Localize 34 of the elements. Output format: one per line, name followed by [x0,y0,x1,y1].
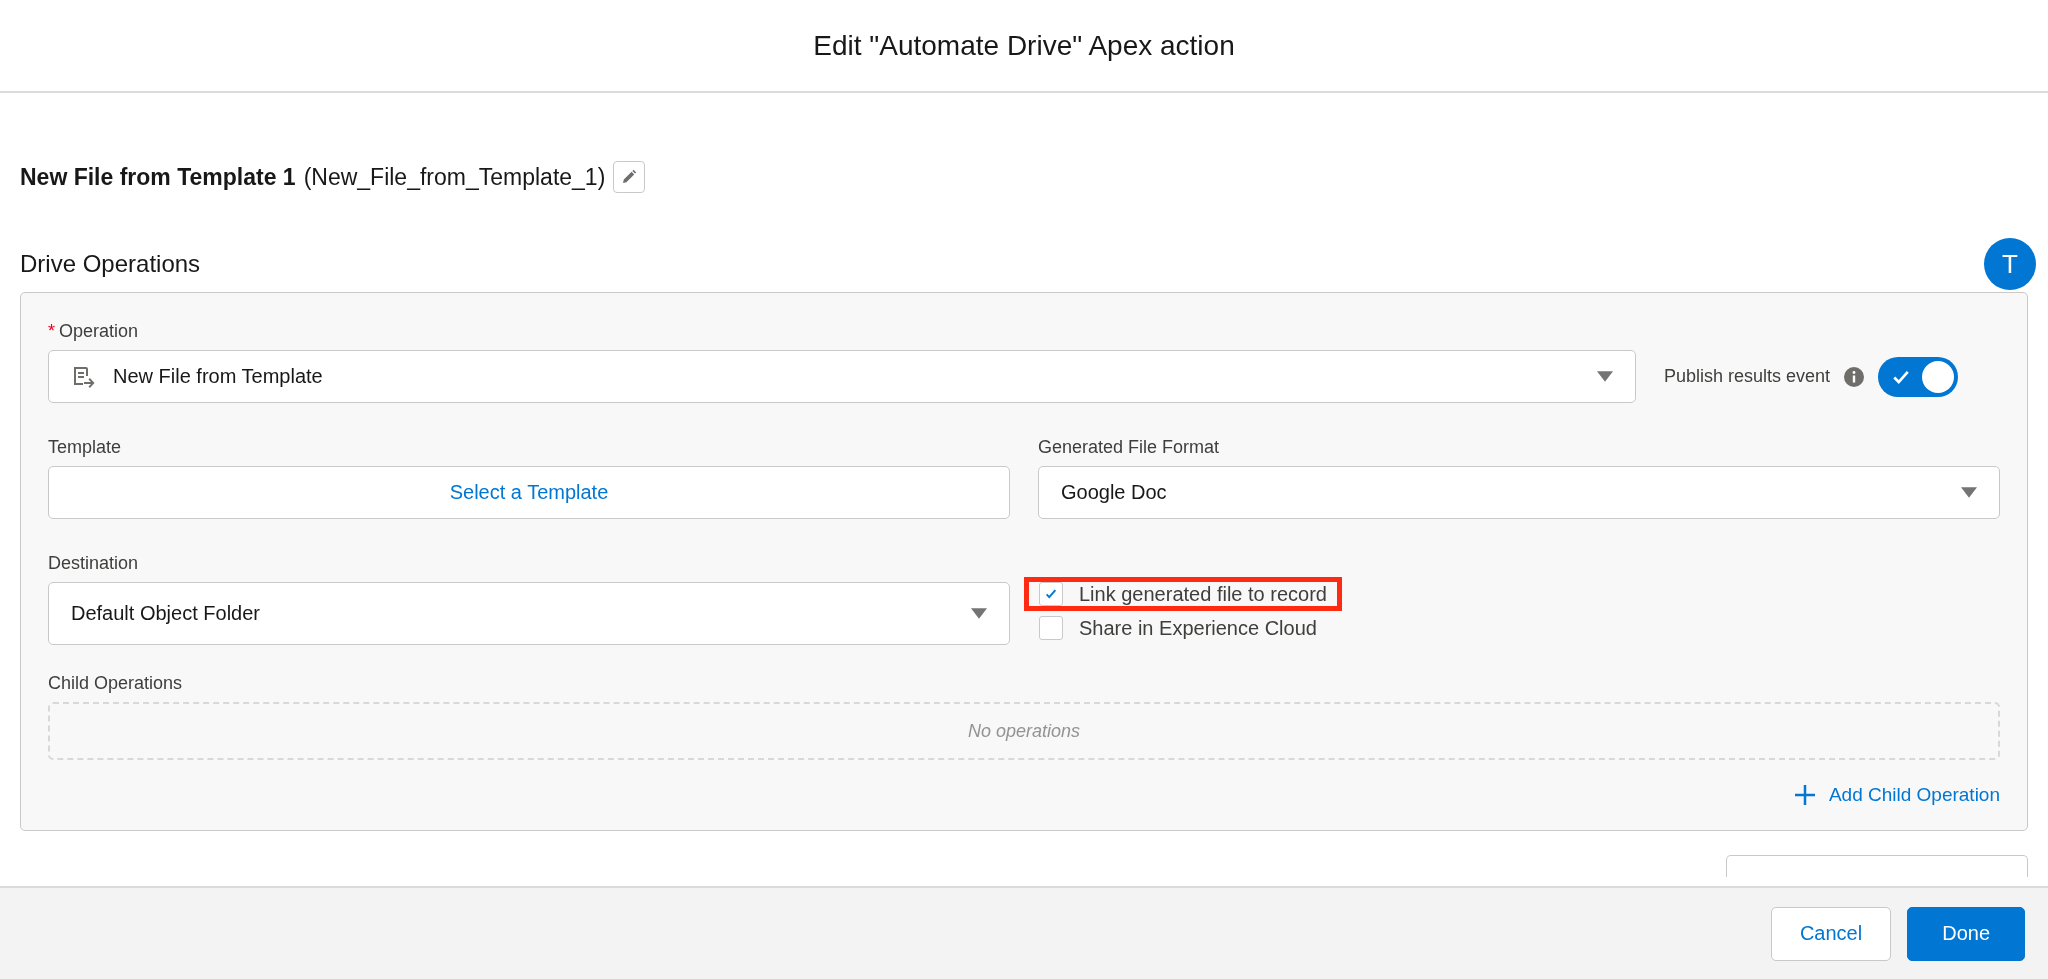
caret-icon [1961,487,1977,498]
check-icon [1044,587,1058,601]
caret-icon [1597,371,1613,382]
checkbox-label: Share in Experience Cloud [1079,616,1317,640]
done-button[interactable]: Done [1907,906,2025,961]
field-label: Template [48,437,123,458]
field-label: Generated File Format [1038,437,1221,458]
api-name: (New_File_from_Template_1) [303,163,606,191]
info-icon[interactable] [1844,366,1865,387]
section-title: Drive Operations [20,250,201,278]
pencil-icon [621,169,638,185]
toggle-switch[interactable] [1878,356,1959,397]
destination-select[interactable]: Default Object Folder [48,582,1010,645]
action-name: New File from Template 1 [20,163,296,191]
edit-button[interactable] [613,161,646,193]
toggle-label: Publish results event [1664,366,1831,387]
format-select[interactable]: Google Doc [1038,466,2000,519]
dialog-title: Edit "Automate Drive" Apex action [813,29,1235,62]
caret-icon [971,608,987,619]
empty-message: No operations [967,720,1081,742]
field-label: Operation [59,321,139,342]
checkbox-label: Link generated file to record [1079,582,1327,606]
user-avatar[interactable]: T [1984,238,2036,290]
add-child-operation-link[interactable]: Add Child Operation [1794,784,2000,806]
required-asterisk: * [48,321,55,342]
checkbox[interactable] [1039,582,1063,606]
select-template-button[interactable]: Select a Template [48,466,1010,519]
checkbox[interactable] [1039,616,1063,640]
cancel-button[interactable]: Cancel [1770,906,1892,961]
document-arrow-icon [71,364,95,389]
plus-icon [1794,785,1815,805]
field-label: Child Operations [48,673,183,694]
field-label: Destination [48,553,140,574]
operation-select[interactable]: New File from Template [48,350,1636,403]
